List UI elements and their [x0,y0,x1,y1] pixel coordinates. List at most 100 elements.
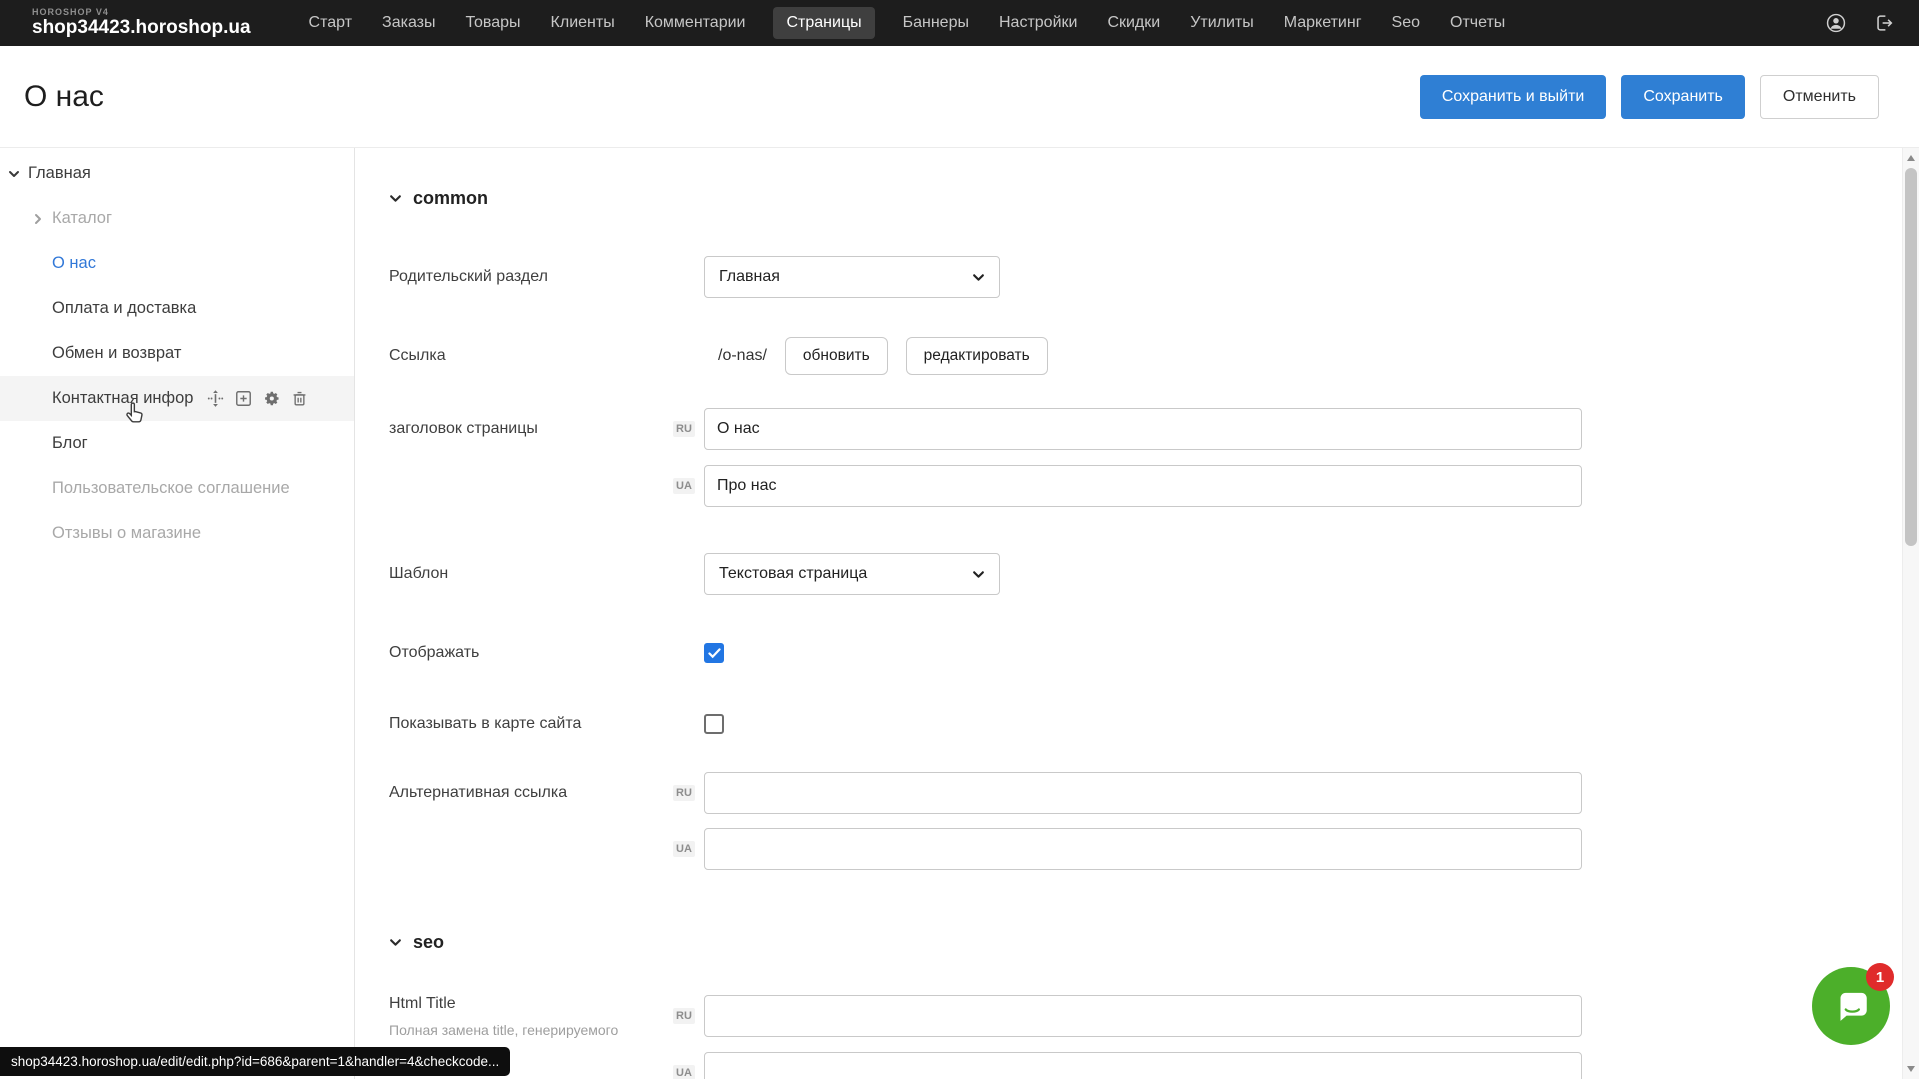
brand-logo[interactable]: HOROSHOP V4 shop34423.horoshop.ua [32,8,251,37]
nav-item-reports[interactable]: Отчеты [1448,7,1507,39]
sidebar-item-o-nas[interactable]: О нас [0,241,354,286]
status-url-tooltip: shop34423.horoshop.ua/edit/edit.php?id=6… [0,1047,510,1076]
chat-button[interactable]: 1 [1812,967,1890,1045]
page-title-ru-input[interactable] [704,408,1582,450]
nav-item-marketing[interactable]: Маркетинг [1282,7,1364,39]
move-icon[interactable] [206,389,225,408]
page-title-ua-input[interactable] [704,465,1582,507]
html-title-ru-input[interactable] [704,995,1582,1037]
sidebar-item-katalog[interactable]: Каталог [0,196,354,241]
html-title-ua-input[interactable] [704,1052,1582,1079]
chevron-down-icon[interactable] [8,168,20,180]
page-title: О нас [24,80,104,114]
sidebar-item-label: Оплата и доставка [52,299,196,318]
nav-menu: Старт Заказы Товары Клиенты Комментарии Стран… [307,7,1508,39]
sidebar-item-label: О нас [52,254,96,273]
sidebar-item-obmen-i-vozvrat[interactable]: Обмен и возврат [0,331,354,376]
sidebar-item-blog[interactable]: Блог [0,421,354,466]
field-page-title-ru: заголовок страницы RU [389,408,1919,450]
field-link: Ссылка /o-nas/ обновить редактировать [389,336,1919,376]
display-checkbox[interactable] [704,643,724,663]
alt-link-ua-input[interactable] [704,828,1582,870]
sidebar-item-kontaktnaya-infor[interactable]: Контактная инфор [0,376,354,421]
nav-item-clients[interactable]: Клиенты [549,7,617,39]
sitemap-checkbox[interactable] [704,714,724,734]
lang-badge-ru: RU [673,421,695,437]
lang-badge-ua: UA [673,478,695,494]
nav-item-discounts[interactable]: Скидки [1105,7,1162,39]
nav-item-orders[interactable]: Заказы [380,7,437,39]
parent-section-value: Главная [719,268,780,286]
body: Главная Каталог О нас Оплата и доставка Обме… [0,148,1919,1079]
tree-row-actions [206,389,309,408]
sidebar-item-glavnaya[interactable]: Главная [0,151,354,196]
field-hint: Полная замена title, генерируемого [389,1022,704,1038]
sidebar-item-oplata-i-dostavka[interactable]: Оплата и доставка [0,286,354,331]
nav-item-seo[interactable]: Seo [1390,7,1422,39]
scrollbar-thumb[interactable] [1905,168,1917,546]
top-navbar: HOROSHOP V4 shop34423.horoshop.ua Старт З… [0,0,1919,46]
sidebar-item-label: Обмен и возврат [52,344,181,363]
link-path: /o-nas/ [718,347,767,365]
field-label: Показывать в карте сайта [389,715,704,733]
nav-item-comments[interactable]: Комментарии [643,7,748,39]
account-icon[interactable] [1825,12,1847,34]
main-form: common Родительский раздел Главная Ссылк… [355,148,1919,1079]
edit-link-button[interactable]: редактировать [906,337,1048,375]
field-label: заголовок страницы [389,420,704,438]
field-label: Родительский раздел [389,268,704,286]
parent-section-select[interactable]: Главная [704,256,1000,298]
chat-bubble-icon [1830,985,1872,1027]
field-label: Шаблон [389,565,704,583]
template-value: Текстовая страница [719,565,867,583]
topbar-right [1825,12,1895,34]
field-label: Отображать [389,644,704,662]
field-html-title-ru: Html Title Полная замена title, генериру… [389,995,1919,1037]
chevron-down-icon[interactable] [389,936,402,949]
sidebar-item-polzovatelskoe-soglashenie[interactable]: Пользовательское соглашение [0,466,354,511]
chevron-down-icon [972,271,985,284]
scroll-down-arrow[interactable] [1907,1066,1915,1072]
section-seo-title: seo [413,932,444,953]
logout-icon[interactable] [1873,12,1895,34]
section-seo[interactable]: seo [389,930,1919,954]
nav-item-pages[interactable]: Страницы [773,7,874,39]
cancel-button[interactable]: Отменить [1760,75,1879,119]
sidebar-item-otzyvy-o-magazine[interactable]: Отзывы о магазине [0,511,354,556]
sidebar-item-label: Главная [28,164,91,183]
chat-notification-badge: 1 [1866,963,1894,991]
template-select[interactable]: Текстовая страница [704,553,1000,595]
field-label: Html Title [389,995,704,1013]
sidebar-item-label: Контактная инфор [52,389,193,408]
nav-item-products[interactable]: Товары [464,7,523,39]
sidebar-item-label: Блог [52,434,88,453]
field-alt-link-ua: UA [389,828,1919,870]
lang-badge-ua: UA [673,1065,695,1079]
sidebar-item-label: Каталог [52,209,112,228]
brand-domain: shop34423.horoshop.ua [32,18,251,38]
section-common[interactable]: common [389,186,1919,210]
save-exit-button[interactable]: Сохранить и выйти [1420,75,1607,119]
field-template: Шаблон Текстовая страница [389,553,1919,595]
alt-link-ru-input[interactable] [704,772,1582,814]
refresh-link-button[interactable]: обновить [785,337,888,375]
gear-icon[interactable] [262,389,281,408]
field-label: Ссылка [389,347,704,365]
nav-item-utilities[interactable]: Утилиты [1188,7,1256,39]
field-label: Альтернативная ссылка [389,784,704,802]
section-common-title: common [413,188,488,209]
chevron-right-icon[interactable] [32,213,44,225]
nav-item-start[interactable]: Старт [307,7,354,39]
nav-item-settings[interactable]: Настройки [997,7,1079,39]
page-header: О нас Сохранить и выйти Сохранить Отмени… [0,46,1919,148]
vertical-scrollbar[interactable] [1902,148,1919,1079]
nav-item-banners[interactable]: Баннеры [901,7,971,39]
field-alt-link-ru: Альтернативная ссылка RU [389,772,1919,814]
scroll-up-arrow[interactable] [1907,155,1915,161]
trash-icon[interactable] [290,389,309,408]
add-page-icon[interactable] [234,389,253,408]
save-button[interactable]: Сохранить [1621,75,1745,119]
lang-badge-ru: RU [673,785,695,801]
chevron-down-icon[interactable] [389,192,402,205]
header-actions: Сохранить и выйти Сохранить Отменить [1420,75,1879,119]
